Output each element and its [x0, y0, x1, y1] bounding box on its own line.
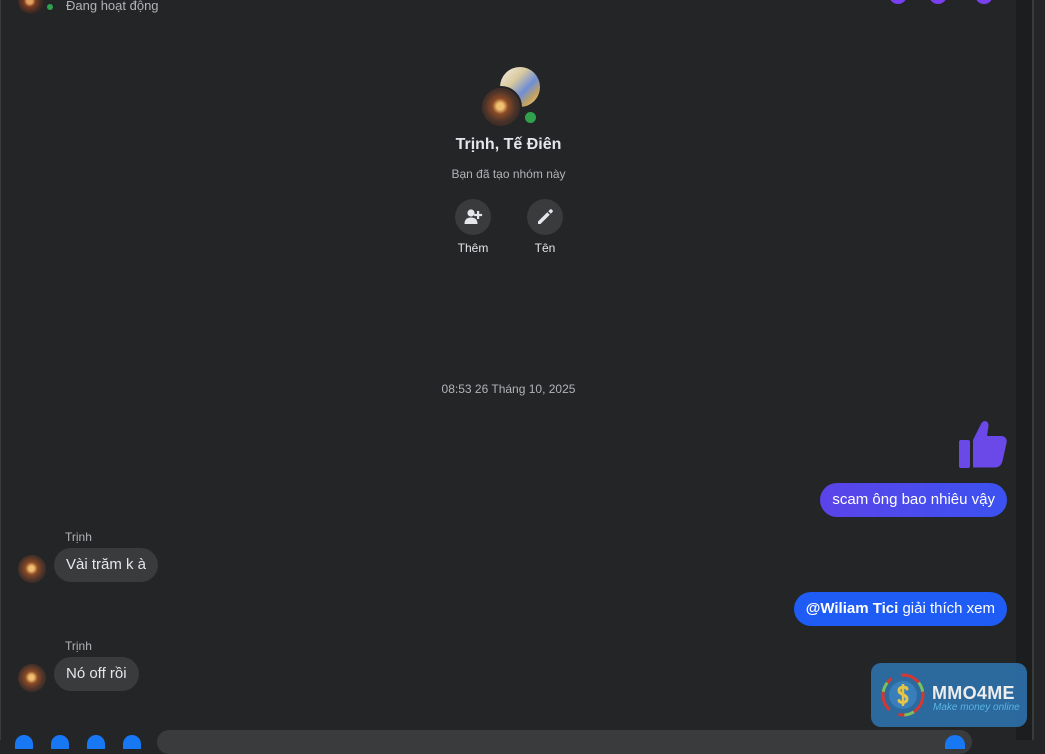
- rename-group-button[interactable]: Tên: [515, 199, 575, 255]
- incoming-message[interactable]: Nó off rồi: [54, 657, 139, 691]
- watermark-brand: MMO4ME: [932, 683, 1015, 703]
- chat-panel: Đang hoạt động Trịnh, Tế Điên Bạn đã tạo…: [1, 0, 1016, 754]
- sender-avatar[interactable]: [18, 664, 46, 692]
- message-input[interactable]: [157, 730, 972, 754]
- composer-bar: [1, 728, 1016, 754]
- watermark-tagline: Make money online: [933, 702, 1020, 713]
- watermark-logo: MMO4ME Make money online: [871, 663, 1027, 727]
- sticker-icon[interactable]: [87, 735, 105, 749]
- active-status: Đang hoạt động: [66, 0, 159, 13]
- online-indicator: [45, 2, 55, 12]
- gif-icon[interactable]: [123, 735, 141, 749]
- message-timestamp: 08:53 26 Tháng 10, 2025: [441, 382, 576, 396]
- group-name: Trịnh, Tế Điên: [455, 136, 562, 153]
- group-online-indicator: [522, 109, 539, 126]
- message-text: giải thích xem: [898, 600, 995, 617]
- image-icon[interactable]: [51, 735, 69, 749]
- info-icon[interactable]: [975, 0, 993, 4]
- add-member-label: Thêm: [457, 241, 489, 255]
- group-avatar-primary: [480, 86, 522, 128]
- outgoing-message-mention[interactable]: @Wiliam Tici giải thích xem: [793, 592, 1007, 626]
- sender-name: Trịnh: [65, 530, 92, 544]
- mention-tag[interactable]: @Wiliam Tici: [806, 600, 899, 617]
- rename-group-label: Tên: [534, 241, 556, 255]
- header-avatar[interactable]: [18, 0, 44, 14]
- phone-icon[interactable]: [889, 0, 907, 4]
- chat-header: Đang hoạt động: [1, 0, 1016, 20]
- incoming-message[interactable]: Vài trăm k à: [54, 548, 159, 582]
- add-person-icon: [455, 199, 491, 235]
- plus-icon[interactable]: [15, 735, 33, 749]
- scrollbar[interactable]: [1016, 0, 1032, 740]
- video-icon[interactable]: [929, 0, 947, 4]
- dollar-coin-icon: [881, 673, 925, 717]
- outgoing-message[interactable]: scam ông bao nhiêu vậy: [820, 483, 1007, 517]
- group-created-note: Bạn đã tạo nhóm này: [451, 167, 566, 181]
- add-member-button[interactable]: Thêm: [443, 199, 503, 255]
- pencil-icon: [527, 199, 563, 235]
- side-panel-edge: [1032, 0, 1045, 740]
- thumbs-up-icon[interactable]: [956, 418, 1008, 470]
- sender-name: Trịnh: [65, 639, 92, 653]
- emoji-icon[interactable]: [945, 735, 965, 749]
- sender-avatar[interactable]: [18, 555, 46, 583]
